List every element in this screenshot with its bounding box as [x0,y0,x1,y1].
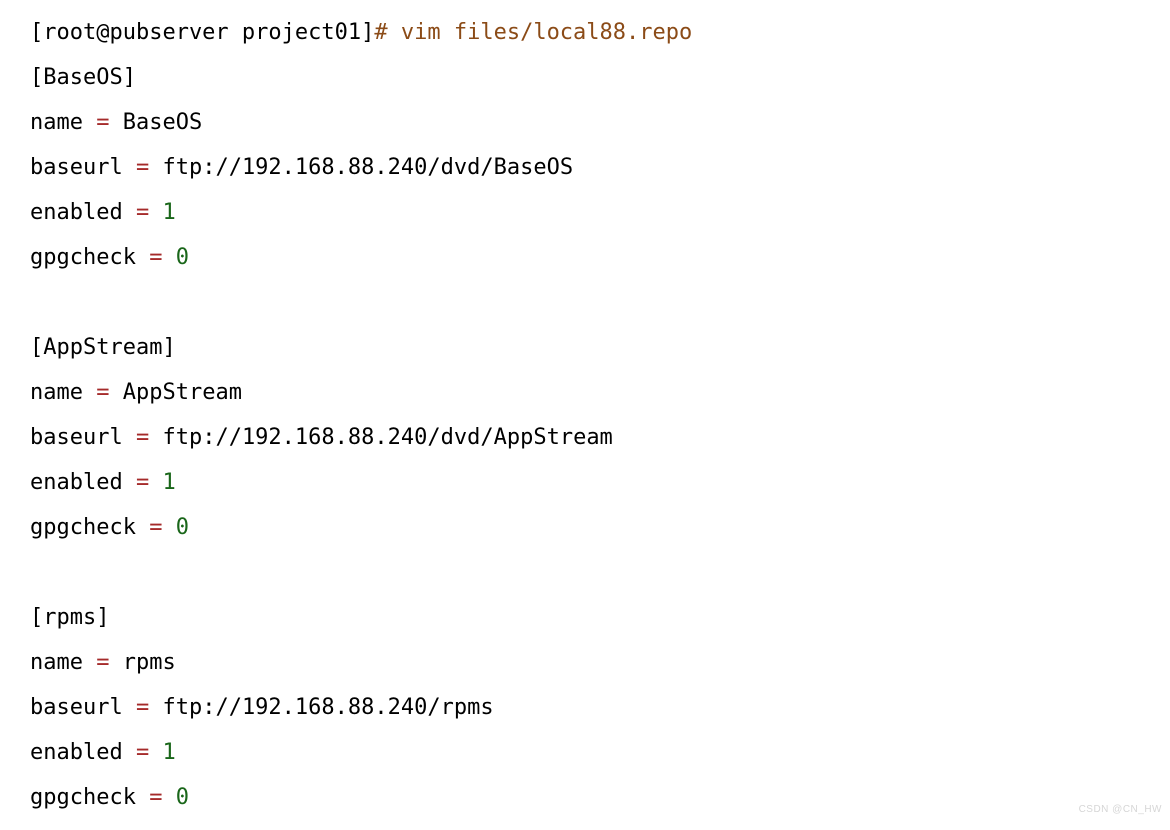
repo-key-baseurl: baseurl [30,695,123,720]
shell-command[interactable]: vim files/local88.repo [388,20,693,45]
repo-value-baseurl: ftp://192.168.88.240/dvd/AppStream [162,425,612,450]
repo-value-name: BaseOS [123,110,202,135]
repo-value-gpgcheck: 0 [176,245,189,270]
repo-key-baseurl: baseurl [30,155,123,180]
repo-section-header: [BaseOS] [30,65,136,90]
terminal-output: [root@pubserver project01]# vim files/lo… [0,0,1170,830]
prompt-hash: # [374,20,387,45]
repo-key-name: name [30,650,83,675]
repo-value-enabled: 1 [162,200,175,225]
equals-sign: = [83,110,123,135]
repo-value-gpgcheck: 0 [176,785,189,810]
equals-sign: = [83,650,123,675]
repo-section-header: [rpms] [30,605,109,630]
repo-key-enabled: enabled [30,740,123,765]
equals-sign: = [136,515,176,540]
repo-value-name: AppStream [123,380,242,405]
repo-value-baseurl: ftp://192.168.88.240/rpms [162,695,493,720]
repo-section-header: [AppStream] [30,335,176,360]
repo-value-enabled: 1 [162,740,175,765]
repo-key-baseurl: baseurl [30,425,123,450]
repo-value-name: rpms [123,650,176,675]
repo-key-gpgcheck: gpgcheck [30,245,136,270]
equals-sign: = [136,785,176,810]
equals-sign: = [123,155,163,180]
equals-sign: = [123,695,163,720]
equals-sign: = [83,380,123,405]
watermark-text: CSDN @CN_HW [1079,804,1162,815]
repo-key-name: name [30,380,83,405]
repo-value-gpgcheck: 0 [176,515,189,540]
repo-value-baseurl: ftp://192.168.88.240/dvd/BaseOS [162,155,573,180]
equals-sign: = [123,470,163,495]
repo-key-gpgcheck: gpgcheck [30,515,136,540]
shell-prompt: [root@pubserver project01] [30,20,374,45]
repo-key-name: name [30,110,83,135]
equals-sign: = [123,425,163,450]
equals-sign: = [123,200,163,225]
repo-key-enabled: enabled [30,200,123,225]
equals-sign: = [123,740,163,765]
equals-sign: = [136,245,176,270]
repo-value-enabled: 1 [162,470,175,495]
repo-key-enabled: enabled [30,470,123,495]
repo-key-gpgcheck: gpgcheck [30,785,136,810]
